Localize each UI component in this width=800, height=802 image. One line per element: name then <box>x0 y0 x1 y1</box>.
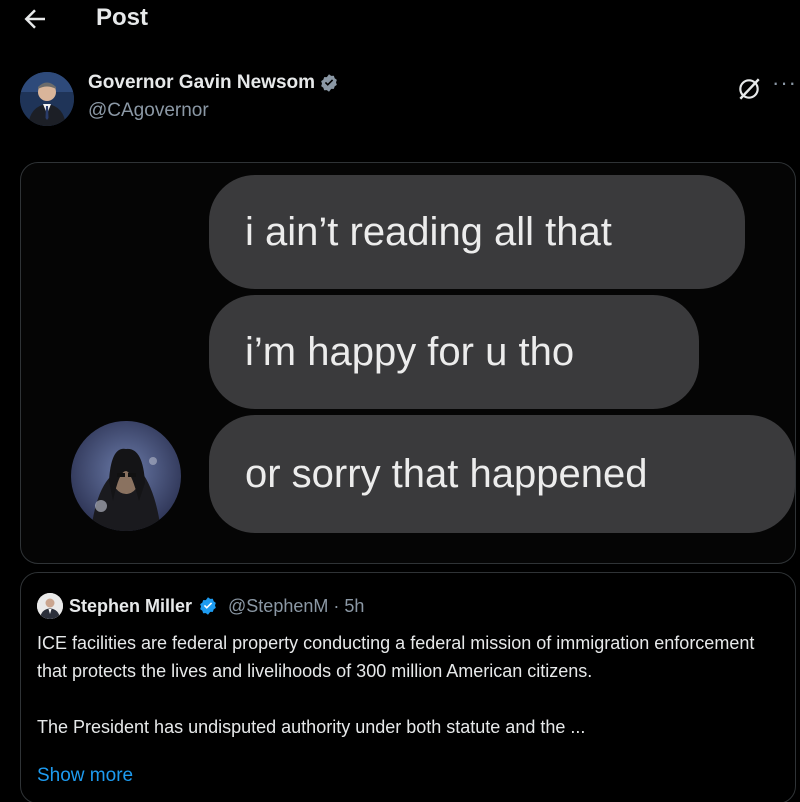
post-author: Governor Gavin Newsom @CAgovernor ··· <box>20 70 796 130</box>
author-name[interactable]: Governor Gavin Newsom <box>88 72 315 94</box>
quoted-author-handle-time: @StephenM · 5h <box>228 595 365 616</box>
quoted-author-avatar[interactable] <box>37 593 63 619</box>
top-bar: Post <box>0 0 800 40</box>
quoted-post-header: Stephen Miller @StephenM · 5h <box>37 593 364 619</box>
grok-icon[interactable] <box>736 76 762 102</box>
show-more-link[interactable]: Show more <box>37 765 133 787</box>
back-button[interactable] <box>20 4 50 34</box>
quoted-paragraph: ICE facilities are federal property cond… <box>37 633 755 681</box>
author-avatar[interactable] <box>20 72 74 126</box>
quoted-author-name[interactable]: Stephen Miller <box>69 596 192 617</box>
post-media-image[interactable]: i ain’t reading all that i’m happy for u… <box>20 162 796 564</box>
quoted-paragraph: The President has undisputed authority u… <box>37 717 586 737</box>
sender-avatar <box>71 421 181 531</box>
author-handle[interactable]: @CAgovernor <box>88 100 209 122</box>
page-title: Post <box>96 4 149 31</box>
message-bubble: i ain’t reading all that <box>209 175 745 289</box>
arrow-left-icon <box>24 9 45 29</box>
quoted-post-text: ICE facilities are federal property cond… <box>37 629 777 741</box>
verified-badge-icon <box>200 597 216 615</box>
message-bubble: or sorry that happened <box>209 415 795 533</box>
more-options-icon[interactable]: ··· <box>772 70 797 96</box>
quoted-post[interactable]: Stephen Miller @StephenM · 5h ICE facili… <box>20 572 796 802</box>
message-bubble: i’m happy for u tho <box>209 295 699 409</box>
verified-badge-icon <box>321 74 337 92</box>
